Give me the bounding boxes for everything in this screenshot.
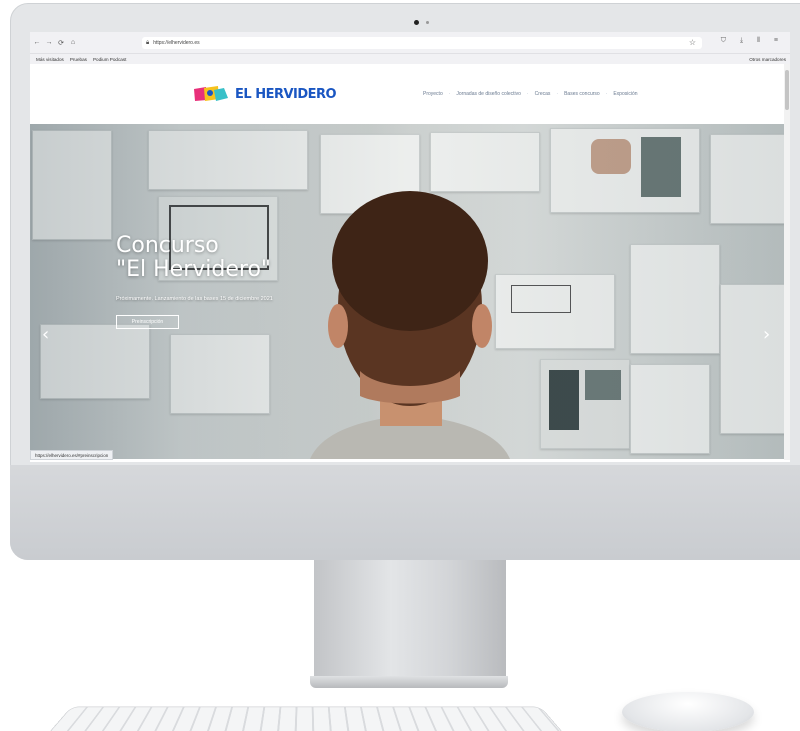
scrollbar-thumb[interactable] bbox=[785, 70, 789, 110]
bookmarks-bar: Más visitados Pruebas Podium Podcast Otr… bbox=[30, 54, 790, 64]
lock-icon: 🔒︎ bbox=[146, 39, 150, 46]
home-icon[interactable]: ⌂ bbox=[68, 39, 78, 46]
hero-subtitle: Próximamente. Lanzamiento de las bases 1… bbox=[116, 296, 273, 302]
url-text: https://elhervidero.es bbox=[153, 40, 200, 46]
hero-slider: Concurso "El Hervidero" Próximamente. La… bbox=[30, 124, 790, 459]
back-arrow-icon[interactable]: ← bbox=[32, 39, 42, 46]
camera-icon bbox=[414, 20, 419, 25]
person-photo bbox=[310, 191, 510, 459]
bookmark-podium-podcast[interactable]: Podium Podcast bbox=[93, 57, 126, 62]
keyboard bbox=[42, 706, 570, 731]
imac-stand bbox=[314, 560, 506, 678]
hero-title: Concurso "El Hervidero" bbox=[116, 234, 271, 282]
hero-title-line2: "El Hervidero" bbox=[116, 257, 272, 282]
browser-toolbar-icons[interactable]: ⛉ ⤓ ⫴ ≡ bbox=[721, 37, 784, 45]
nav-item-jornadas[interactable]: Jornadas de diseño colectivo bbox=[456, 91, 521, 97]
browser-toolbar: ← → ⟳ ⌂ 🔒︎ https://elhervidero.es ☆ ⛉ ⤓ … bbox=[30, 32, 790, 54]
bookmark-star-icon[interactable]: ☆ bbox=[689, 38, 696, 47]
nav-item-crecas[interactable]: Crecas bbox=[535, 91, 551, 97]
logo-icon[interactable] bbox=[194, 86, 230, 102]
camera-sensor bbox=[426, 21, 429, 24]
status-bar-url: https://elhervidero.es/#preinscripcion bbox=[30, 450, 114, 460]
screen: ← → ⟳ ⌂ 🔒︎ https://elhervidero.es ☆ ⛉ ⤓ … bbox=[30, 32, 790, 462]
preinscripcion-button[interactable]: Preinscripción bbox=[116, 315, 179, 329]
bookmark-pruebas[interactable]: Pruebas bbox=[70, 57, 87, 62]
reload-icon[interactable]: ⟳ bbox=[56, 39, 66, 47]
chevron-right-icon[interactable]: › bbox=[763, 324, 770, 345]
imac-chin bbox=[10, 465, 800, 560]
mouse bbox=[622, 692, 754, 731]
logo-text[interactable]: EL HERVIDERO bbox=[235, 87, 337, 102]
nav-item-exposicion[interactable]: Exposición bbox=[613, 91, 637, 97]
hero-title-line1: Concurso bbox=[116, 233, 219, 258]
main-nav: Proyecto · Jornadas de diseño colectivo · … bbox=[423, 91, 638, 97]
imac-stand-base bbox=[310, 676, 508, 688]
page-scrollbar[interactable] bbox=[784, 64, 790, 460]
chevron-left-icon[interactable]: ‹ bbox=[42, 324, 49, 345]
imac-mockup-scene: ← → ⟳ ⌂ 🔒︎ https://elhervidero.es ☆ ⛉ ⤓ … bbox=[0, 0, 800, 731]
address-bar[interactable]: 🔒︎ https://elhervidero.es ☆ bbox=[142, 37, 702, 49]
site-header: EL HERVIDERO Proyecto · Jornadas de diseñ… bbox=[30, 64, 790, 124]
forward-arrow-icon[interactable]: → bbox=[44, 39, 54, 46]
nav-item-bases[interactable]: Bases concurso bbox=[564, 91, 600, 97]
bookmark-other[interactable]: Otros marcadores bbox=[749, 57, 786, 62]
nav-item-proyecto[interactable]: Proyecto bbox=[423, 91, 443, 97]
bookmark-most-visited[interactable]: Más visitados bbox=[36, 57, 64, 62]
